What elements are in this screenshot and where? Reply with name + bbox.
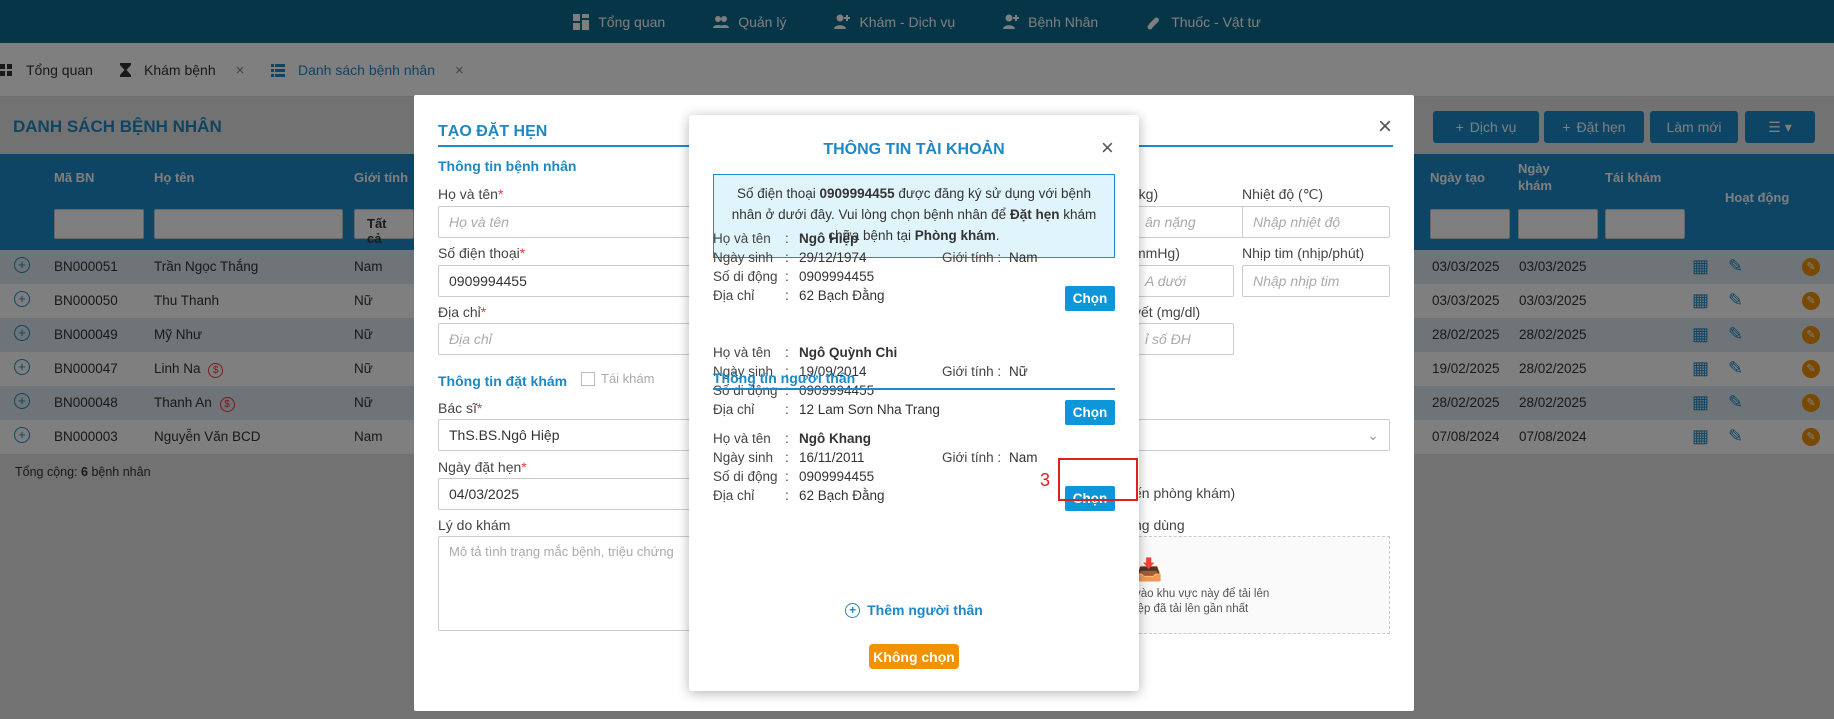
field-separator: : — [785, 269, 789, 284]
upload-label: ng dùng — [1134, 517, 1185, 533]
annotation-highlight-box — [1058, 458, 1138, 501]
info-box: Số điện thoại 0909994455 được đăng ký sử… — [713, 174, 1115, 258]
field-value-name: Ngô Quỳnh Chi — [799, 345, 898, 360]
field-label: Ngày sinh — [713, 250, 774, 265]
field-value-address: 12 Lam Sơn Nha Trang — [799, 402, 940, 417]
gender-label: Giới tính : — [942, 364, 1002, 379]
field-label: Họ và tên — [713, 231, 771, 246]
temperature-input[interactable]: Nhập nhiệt độ — [1242, 206, 1390, 238]
clinic-note: ến phòng khám) — [1134, 485, 1236, 501]
weight-input[interactable]: ân nặng — [1134, 206, 1250, 238]
field-separator: : — [785, 345, 789, 360]
booking-title: TẠO ĐẶT HẸN — [438, 123, 548, 140]
field-separator: : — [785, 288, 789, 303]
patient-info-section: Thông tin bệnh nhân — [438, 158, 577, 174]
select-patient-button[interactable]: Chọn — [1065, 286, 1115, 311]
blood-sugar-input[interactable]: ỉ số ĐH — [1134, 323, 1234, 355]
revisit-checkbox[interactable]: Tái khám — [581, 371, 654, 386]
upload-hint: vào khu vực này để tải lên iệp đã tải lên… — [1135, 588, 1270, 615]
relatives-divider — [713, 388, 1115, 390]
blood-pressure-label: mmHg) — [1134, 245, 1180, 261]
close-icon[interactable]: × — [1101, 135, 1114, 161]
add-relative-button[interactable]: + Thêm người thân — [689, 602, 1139, 618]
doctor-select[interactable]: ThS.BS.Ngô Hiệp — [438, 419, 718, 451]
temperature-label: Nhiệt độ (℃) — [1242, 186, 1324, 202]
close-icon[interactable]: × — [1378, 113, 1392, 141]
select-patient-button[interactable]: Chọn — [1065, 400, 1115, 425]
dropdown-select[interactable]: ⌄ — [1134, 419, 1390, 451]
phone-label: Số điện thoại* — [438, 245, 526, 261]
field-label: Số di động — [713, 269, 778, 284]
gender-label: Giới tính : — [942, 250, 1002, 265]
field-separator: : — [785, 469, 789, 484]
field-separator: : — [785, 431, 789, 446]
field-label: Địa chỉ — [713, 488, 755, 503]
address-input[interactable]: Địa chỉ — [438, 323, 718, 355]
gender-value: Nam — [1009, 450, 1038, 465]
field-label: Ngày sinh — [713, 450, 774, 465]
date-input[interactable]: 04/03/2025 — [438, 478, 718, 510]
gender-value: Nữ — [1009, 364, 1028, 379]
plus-circle-icon: + — [845, 602, 861, 618]
name-input[interactable]: Họ và tên — [438, 206, 718, 238]
reason-textarea[interactable]: Mô tả tình trạng mắc bệnh, triệu chứng — [438, 536, 718, 631]
doctor-label: Bác sĩ* — [438, 400, 483, 416]
field-separator: : — [785, 488, 789, 503]
inbox-icon: 📥 — [1135, 557, 1163, 582]
field-label: Địa chỉ — [713, 402, 755, 417]
blood-pressure-input[interactable]: A dưới — [1134, 265, 1234, 297]
field-label: Địa chỉ — [713, 288, 755, 303]
field-separator: : — [785, 450, 789, 465]
date-label: Ngày đặt hẹn* — [438, 459, 527, 475]
gender-value: Nam — [1009, 250, 1038, 265]
gender-label: Giới tính : — [942, 450, 1002, 465]
field-value-address: 62 Bạch Đằng — [799, 488, 885, 503]
field-label: Họ và tên — [713, 431, 771, 446]
name-label: Họ và tên* — [438, 186, 504, 202]
chevron-down-icon: ⌄ — [1367, 427, 1379, 443]
field-value-dob: 29/12/1974 — [799, 250, 867, 265]
exam-info-section: Thông tin đặt khám — [438, 373, 568, 389]
field-value-name: Ngô Hiệp — [799, 231, 859, 246]
pulse-label: Nhịp tim (nhịp/phút) — [1242, 245, 1365, 261]
field-separator: : — [785, 402, 789, 417]
relatives-title: Thông tin người thân — [713, 370, 856, 386]
address-label: Địa chỉ* — [438, 304, 487, 320]
account-title: THÔNG TIN TÀI KHOẢN — [823, 141, 1005, 158]
upload-dropzone[interactable]: 📥 vào khu vực này để tải lên iệp đã tải l… — [1134, 536, 1390, 634]
blood-sugar-label: yết (mg/dl) — [1134, 304, 1201, 320]
account-info-modal: THÔNG TIN TÀI KHOẢN × Số điện thoại 0909… — [689, 115, 1139, 691]
pulse-input[interactable]: Nhập nhịp tim — [1242, 265, 1390, 297]
reason-label: Lý do khám — [438, 517, 511, 533]
field-value-mobile: 0909994455 — [799, 469, 875, 484]
field-value-mobile: 0909994455 — [799, 269, 875, 284]
field-label: Họ và tên — [713, 345, 771, 360]
field-separator: : — [785, 231, 789, 246]
field-label: Số di động — [713, 469, 778, 484]
annotation-marker: 3 — [1040, 470, 1051, 490]
no-choose-button[interactable]: Không chọn — [869, 644, 959, 669]
field-value-address: 62 Bạch Đằng — [799, 288, 885, 303]
field-value-name: Ngô Khang — [799, 431, 871, 446]
field-value-dob: 16/11/2011 — [799, 450, 865, 465]
field-separator: : — [785, 250, 789, 265]
phone-input[interactable]: 0909994455 — [438, 265, 718, 297]
